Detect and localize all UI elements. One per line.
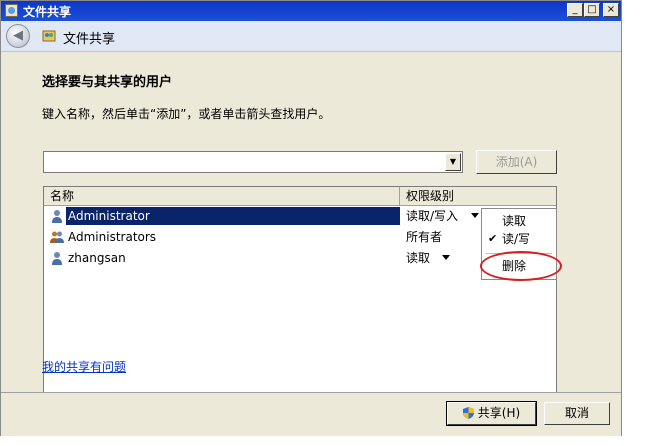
list-row-administrator[interactable]: Administrator 读取/写入 (44, 206, 556, 226)
sharing-help-link[interactable]: 我的共享有问题 (42, 358, 126, 375)
permission-dropdown-arrow-icon[interactable] (442, 255, 450, 260)
menu-item-read[interactable]: 读取 (482, 211, 556, 231)
back-button[interactable]: ◀ (6, 24, 30, 48)
checkmark-icon: ✔ (488, 232, 498, 245)
permission-level[interactable]: 读取 (406, 248, 430, 268)
group-icon (50, 231, 64, 243)
list-row-administrators[interactable]: Administrators 所有者 (44, 227, 556, 247)
list-header: 名称 权限级别 (44, 187, 556, 206)
user-name: zhangsan (68, 251, 126, 265)
red-highlight-circle (480, 251, 562, 281)
user-icon (52, 210, 62, 223)
title-bar[interactable]: 文件共享 _ □ × (1, 1, 621, 21)
dialog-footer: 共享(H) 取消 (1, 392, 621, 436)
maximize-button[interactable]: □ (584, 3, 600, 17)
user-icon (52, 252, 62, 265)
user-name: Administrator (66, 207, 152, 225)
page-heading: 选择要与其共享的用户 (42, 75, 173, 90)
close-button[interactable]: × (603, 3, 619, 17)
add-button[interactable]: 添加(A) (476, 150, 557, 174)
file-sharing-app-icon (5, 4, 18, 17)
share-button[interactable]: 共享(H) (446, 401, 537, 426)
permission-level: 所有者 (406, 230, 443, 244)
share-button-label: 共享(H) (477, 406, 521, 420)
navigation-bar: ◀ 文件共享 (1, 21, 621, 52)
dropdown-arrow-icon[interactable]: ▼ (445, 153, 461, 171)
permission-level[interactable]: 读取/写入 (406, 206, 458, 226)
minimize-button[interactable]: _ (567, 3, 583, 17)
column-header-permission[interactable]: 权限级别 (400, 187, 556, 205)
cancel-button[interactable]: 取消 (544, 402, 610, 425)
nav-title: 文件共享 (63, 32, 116, 47)
file-sharing-window: 文件共享 _ □ × ◀ 文件共享 选择要与其共享的用户 键入名称，然后单击“添… (0, 0, 622, 436)
column-header-name[interactable]: 名称 (44, 187, 400, 205)
menu-item-label: 读取 (502, 214, 527, 228)
uac-shield-icon (462, 407, 474, 419)
menu-item-label: 读/写 (502, 232, 531, 246)
user-search-combobox[interactable]: ▼ (43, 151, 463, 173)
permission-dropdown-arrow-icon[interactable] (471, 213, 479, 218)
instruction-text: 键入名称，然后单击“添加”，或者单击箭头查找用户。 (42, 107, 331, 121)
file-sharing-icon (42, 30, 56, 42)
user-name: Administrators (68, 230, 157, 244)
window-title: 文件共享 (23, 5, 72, 19)
menu-item-read-write[interactable]: ✔ 读/写 (482, 229, 556, 249)
